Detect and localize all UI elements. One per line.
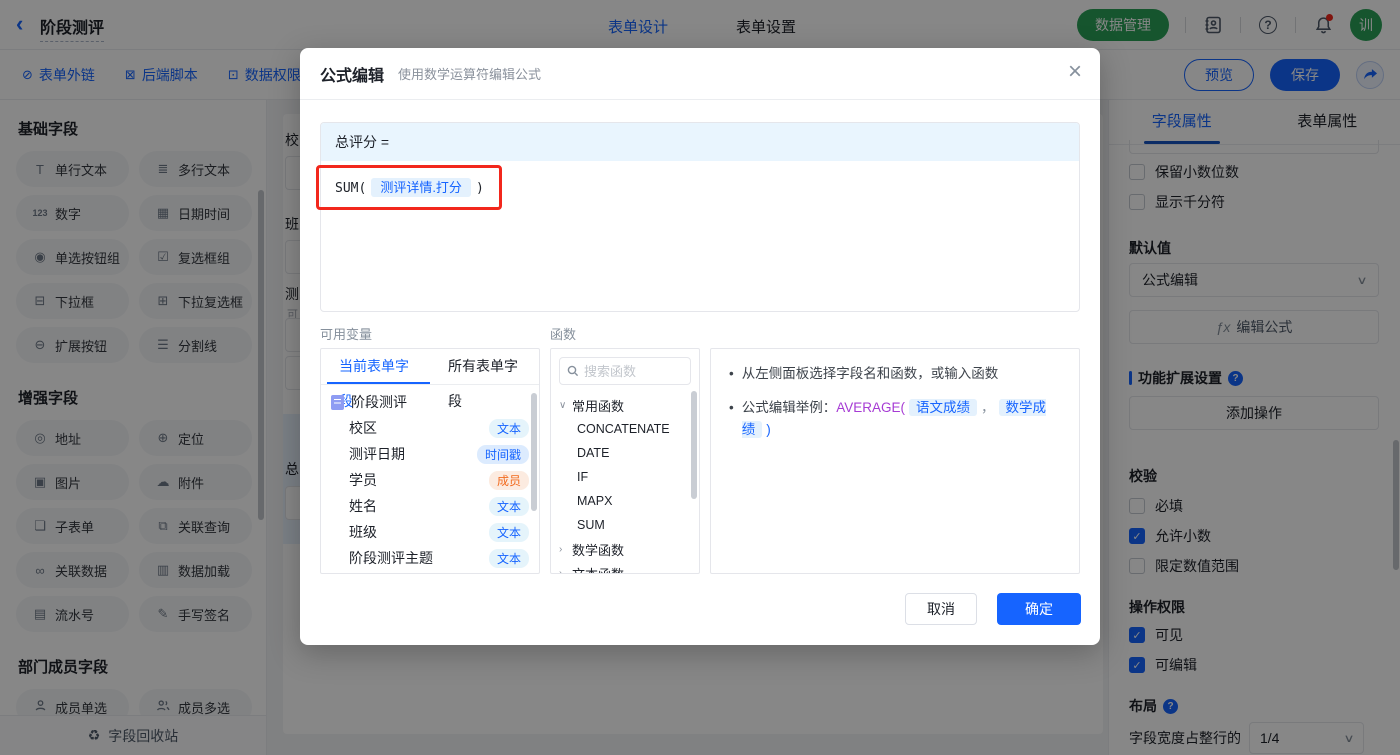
variable-tree-root[interactable]: 阶段测评 [321,389,539,415]
function-item-date[interactable]: DATE [551,441,699,465]
variables-panel: 当前表单字段 所有表单字段 阶段测评 校区文本 测评日期时间戳 学员成员 姓名文… [320,348,540,574]
formula-editor[interactable]: 总评分 = SUM( 测评详情.打分) [320,122,1080,312]
formula-expression[interactable]: SUM( 测评详情.打分) [321,161,1079,212]
function-group-common[interactable]: ∨常用函数 [551,393,699,417]
functions-panel: ∨常用函数 CONCATENATE DATE IF MAPX SUM ›数学函数… [550,348,700,574]
hint-panel: •从左侧面板选择字段名和函数，或输入函数 • 公式编辑举例：AVERAGE(语文… [710,348,1080,574]
formula-close-paren: ) [476,181,484,196]
field-type-badge: 文本 [489,419,529,438]
function-item-concatenate[interactable]: CONCATENATE [551,417,699,441]
chevron-right-icon: › [559,544,567,555]
example-field-chip: 语文成绩 [909,399,977,416]
function-search-box[interactable] [559,357,691,385]
cancel-button[interactable]: 取消 [905,593,977,625]
formula-target: 总评分 = [321,123,1079,161]
formula-field-chip[interactable]: 测评详情.打分 [371,178,471,197]
confirm-button[interactable]: 确定 [997,593,1081,625]
field-type-badge: 成员 [489,471,529,490]
variable-item[interactable]: 校区文本 [321,415,539,441]
field-type-badge: 文本 [489,523,529,542]
search-icon [567,365,579,377]
field-type-badge: 文本 [489,549,529,568]
variable-item[interactable]: 班级文本 [321,519,539,545]
function-item-mapx[interactable]: MAPX [551,489,699,513]
variable-item[interactable]: 测评日期时间戳 [321,441,539,467]
variable-item[interactable]: 阶段测评主题文本 [321,545,539,571]
average-function-text: AVERAGE( [836,400,905,415]
field-type-badge: 时间戳 [477,445,529,464]
function-search-input[interactable] [584,364,679,379]
close-icon[interactable]: × [1068,60,1082,84]
variable-item[interactable]: 学员成员 [321,467,539,493]
chevron-right-icon: › [559,568,567,575]
variable-item[interactable]: 姓名文本 [321,493,539,519]
modal-title: 公式编辑 [320,62,384,86]
function-item-if[interactable]: IF [551,465,699,489]
formula-function-sum: SUM( [335,181,366,196]
function-group-text[interactable]: ›文本函数 [551,561,699,574]
tab-current-form-fields[interactable]: 当前表单字段 [327,349,430,384]
tab-all-form-fields[interactable]: 所有表单字段 [436,349,539,384]
modal-subtitle: 使用数学运算符编辑公式 [398,64,541,83]
chevron-down-icon: ∨ [559,400,567,411]
functions-label: 函数 [550,324,576,343]
variables-label: 可用变量 [320,324,372,343]
field-type-badge: 文本 [489,497,529,516]
function-group-math[interactable]: ›数学函数 [551,537,699,561]
form-document-icon [331,395,344,410]
hint-line-2: • 公式编辑举例：AVERAGE(语文成绩，数学成绩) [719,397,1069,441]
function-item-sum[interactable]: SUM [551,513,699,537]
variables-scrollbar-thumb[interactable] [531,393,537,511]
functions-scrollbar-thumb[interactable] [691,391,697,499]
hint-line-1: •从左侧面板选择字段名和函数，或输入函数 [719,363,1069,385]
formula-edit-modal: 公式编辑 使用数学运算符编辑公式 × 总评分 = SUM( 测评详情.打分) 可用… [300,48,1100,645]
